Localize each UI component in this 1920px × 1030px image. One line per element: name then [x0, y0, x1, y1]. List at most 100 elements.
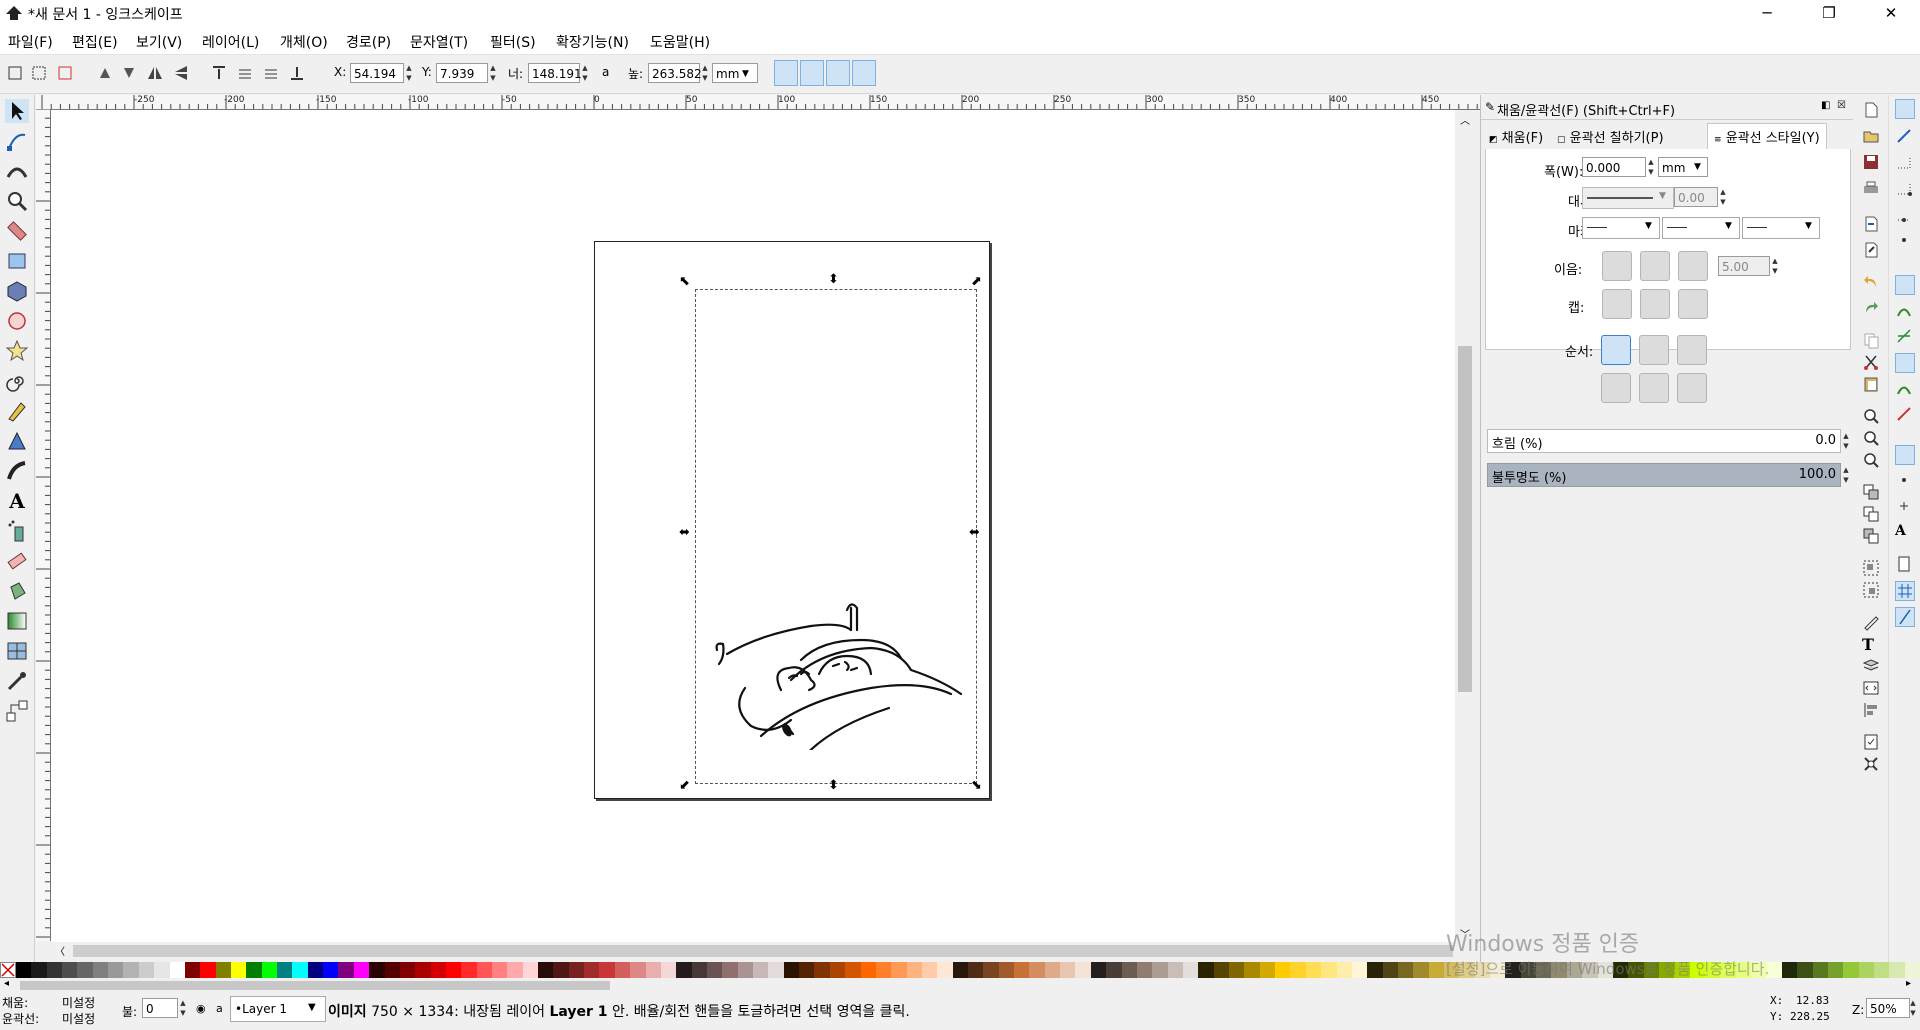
new-document-icon[interactable]: [1862, 101, 1880, 119]
color-swatch[interactable]: [630, 962, 647, 978]
join-bevel-button[interactable]: [1602, 251, 1632, 281]
close-button[interactable]: ✕: [1868, 0, 1914, 26]
save-document-icon[interactable]: [1862, 153, 1880, 171]
color-swatch[interactable]: [369, 962, 385, 978]
print-icon[interactable]: [1862, 179, 1880, 197]
menu-object[interactable]: 개체(O): [280, 32, 328, 52]
color-swatch[interactable]: [138, 962, 155, 978]
color-swatch[interactable]: [553, 962, 570, 978]
color-swatch[interactable]: [1413, 962, 1430, 978]
zoom-drawing-icon[interactable]: [1862, 429, 1880, 447]
color-swatch[interactable]: [676, 962, 693, 978]
color-swatch[interactable]: [1428, 962, 1445, 978]
snap-bbox-center-icon[interactable]: [1895, 231, 1913, 249]
color-swatch[interactable]: [1198, 962, 1215, 978]
menu-extensions[interactable]: 확장기능(N): [556, 32, 629, 52]
color-swatch[interactable]: [1827, 962, 1844, 978]
color-swatch[interactable]: [799, 962, 815, 978]
order-stroke-fill-markers-button[interactable]: [1639, 335, 1669, 365]
color-swatch[interactable]: [77, 962, 94, 978]
color-swatch[interactable]: [1797, 962, 1813, 978]
menu-filters[interactable]: 필터(S): [490, 32, 536, 52]
color-swatch[interactable]: [62, 962, 78, 978]
xml-editor-icon[interactable]: [1862, 679, 1880, 697]
color-swatch[interactable]: [230, 962, 247, 978]
color-swatch[interactable]: [1781, 962, 1798, 978]
pen-tool-icon[interactable]: [5, 429, 29, 453]
color-swatch[interactable]: [845, 962, 861, 978]
order-markers-stroke-fill-button[interactable]: [1677, 373, 1707, 403]
color-swatch[interactable]: [1382, 962, 1399, 978]
opacity-spinner[interactable]: ▲ ▼: [1841, 465, 1851, 485]
height-spinner[interactable]: ▲ ▼: [700, 63, 710, 83]
redo-icon[interactable]: [1862, 299, 1880, 317]
color-swatch[interactable]: [568, 962, 585, 978]
star-tool-icon[interactable]: [5, 339, 29, 363]
move-patterns-icon[interactable]: [852, 60, 876, 86]
paste-icon[interactable]: [1862, 375, 1880, 393]
measure-tool-icon[interactable]: [5, 219, 29, 243]
color-swatch[interactable]: [875, 962, 892, 978]
color-swatch[interactable]: [507, 962, 524, 978]
maximize-button[interactable]: ❐: [1806, 0, 1852, 26]
rotate-ccw-icon[interactable]: [96, 64, 114, 82]
end-marker-select[interactable]: ▼: [1742, 217, 1820, 239]
color-swatch[interactable]: [184, 962, 201, 978]
color-swatch[interactable]: [1873, 962, 1890, 978]
snap-text-baseline-icon[interactable]: A: [1895, 523, 1913, 541]
spiral-tool-icon[interactable]: [5, 369, 29, 393]
fill-indicator-value[interactable]: 미설정: [62, 994, 95, 1011]
color-swatch[interactable]: [614, 962, 631, 978]
ungroup-icon[interactable]: [1862, 581, 1880, 599]
width-field[interactable]: 148.191: [528, 63, 582, 83]
color-swatch[interactable]: [891, 962, 908, 978]
cap-square-button[interactable]: [1678, 289, 1708, 319]
color-swatch[interactable]: [1858, 962, 1875, 978]
x-spinner[interactable]: ▲ ▼: [404, 63, 414, 83]
text-tool-icon[interactable]: A: [5, 489, 29, 513]
snap-cusp-nodes-icon[interactable]: [1895, 353, 1915, 373]
color-swatch[interactable]: [1090, 962, 1107, 978]
y-spinner[interactable]: ▲ ▼: [488, 63, 498, 83]
color-swatch[interactable]: [1812, 962, 1829, 978]
lower-to-bottom-icon[interactable]: [288, 64, 306, 82]
color-swatch[interactable]: [1152, 962, 1169, 978]
color-swatch[interactable]: [1213, 962, 1230, 978]
color-swatch[interactable]: [1029, 962, 1046, 978]
color-swatch[interactable]: [522, 962, 539, 978]
undo-icon[interactable]: [1862, 273, 1880, 291]
cap-round-button[interactable]: [1640, 289, 1670, 319]
raise-icon[interactable]: [236, 64, 254, 82]
color-swatch[interactable]: [1275, 962, 1291, 978]
node-tool-icon[interactable]: [5, 129, 29, 153]
opacity-indicator-spinner[interactable]: ▲ ▼: [178, 998, 188, 1018]
color-swatch[interactable]: [983, 962, 1000, 978]
color-swatch[interactable]: [246, 962, 263, 978]
scroll-left-arrow[interactable]: 〈: [55, 943, 65, 958]
select-all-layers-icon[interactable]: [30, 64, 48, 82]
minimize-button[interactable]: ─: [1744, 0, 1790, 26]
clone-icon[interactable]: [1862, 505, 1880, 523]
scale-handle-se[interactable]: ⬊: [971, 778, 982, 793]
color-swatch[interactable]: [46, 962, 63, 978]
calligraphy-tool-icon[interactable]: [5, 459, 29, 483]
fill-stroke-dialog-icon[interactable]: [1862, 613, 1880, 631]
pencil-tool-icon[interactable]: [5, 399, 29, 423]
color-swatch[interactable]: [860, 962, 877, 978]
menu-help[interactable]: 도움말(H): [650, 32, 710, 52]
join-miter-button[interactable]: [1678, 251, 1708, 281]
opacity-indicator-field[interactable]: 0: [142, 998, 178, 1018]
color-swatch[interactable]: [584, 962, 600, 978]
snap-rotation-center-icon[interactable]: [1895, 497, 1913, 515]
mid-marker-select[interactable]: ▼: [1662, 217, 1740, 239]
color-swatch[interactable]: [952, 962, 969, 978]
order-fill-stroke-markers-button[interactable]: [1601, 335, 1631, 365]
color-swatch[interactable]: [492, 962, 508, 978]
color-swatch[interactable]: [1367, 962, 1384, 978]
scale-handle-e[interactable]: ⬌: [969, 525, 980, 540]
select-all-icon[interactable]: [6, 64, 24, 82]
ellipse-tool-icon[interactable]: [5, 309, 29, 333]
color-swatch[interactable]: [1351, 962, 1368, 978]
color-swatch[interactable]: [1121, 962, 1138, 978]
color-swatch[interactable]: [691, 962, 708, 978]
